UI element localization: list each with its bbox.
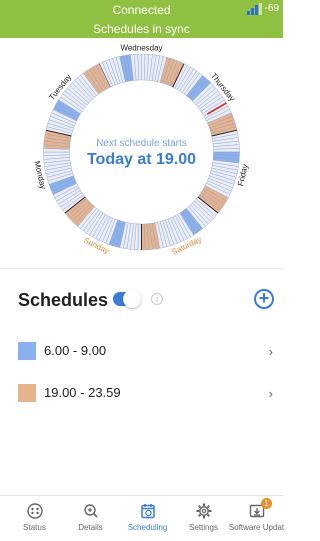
connection-status: Connected (112, 3, 171, 17)
nav-label: Software Updat (228, 523, 285, 532)
schedule-item[interactable]: 6.00 - 9.00 › (18, 340, 273, 364)
nav-details[interactable]: Details (62, 502, 119, 532)
sync-status: Schedules in sync (93, 22, 190, 36)
rssi-value: -69 (264, 3, 279, 14)
day-label: Wednesday (120, 44, 162, 53)
schedule-time: 19.00 - 23.59 (44, 385, 121, 400)
next-schedule-value: Today at 19.00 (86, 151, 197, 168)
signal-bar-icon (250, 8, 254, 15)
schedule-item[interactable]: 19.00 - 23.59 › (18, 382, 273, 406)
info-icon[interactable]: i (151, 293, 163, 305)
gear-icon (196, 503, 211, 519)
magnify-plus-icon (83, 504, 98, 518)
weekly-schedule-dial: Wednesday Thursday Friday Saturday Sunday Mon… (0, 38, 283, 268)
chevron-right-icon: › (268, 386, 273, 401)
schedule-time: 6.00 - 9.00 (44, 343, 107, 358)
toggle-knob (123, 290, 141, 308)
nav-label: Scheduling (127, 523, 168, 532)
signal-strength: -69 (246, 3, 279, 15)
nav-software-update[interactable]: 1 Software Updat (228, 498, 285, 532)
status-header: Connected Schedules in sync -69 (0, 0, 283, 38)
nav-status[interactable]: Status (6, 502, 63, 532)
next-schedule-caption: Next schedule starts (96, 138, 187, 149)
divider (0, 268, 283, 269)
bottom-navigation: Status Details Scheduling Settings 1 Sof… (0, 495, 285, 541)
add-schedule-button[interactable]: + (254, 289, 274, 309)
nav-scheduling[interactable]: Scheduling (119, 502, 176, 532)
signal-bar-icon (258, 3, 262, 15)
status-icon (26, 503, 43, 519)
update-badge: 1 (261, 498, 272, 509)
schedules-title: Schedules (18, 290, 109, 310)
schedules-toggle[interactable] (113, 290, 141, 308)
nav-label: Status (23, 523, 46, 532)
nav-settings[interactable]: Settings (175, 502, 232, 532)
signal-bar-icon (246, 11, 250, 15)
nav-label: Details (78, 523, 103, 532)
chevron-right-icon: › (268, 344, 273, 359)
nav-label: Settings (189, 523, 218, 532)
signal-bar-icon (254, 5, 258, 15)
schedule-color-swatch (18, 384, 36, 402)
calendar-clock-icon (140, 504, 155, 519)
schedule-color-swatch (18, 342, 36, 360)
